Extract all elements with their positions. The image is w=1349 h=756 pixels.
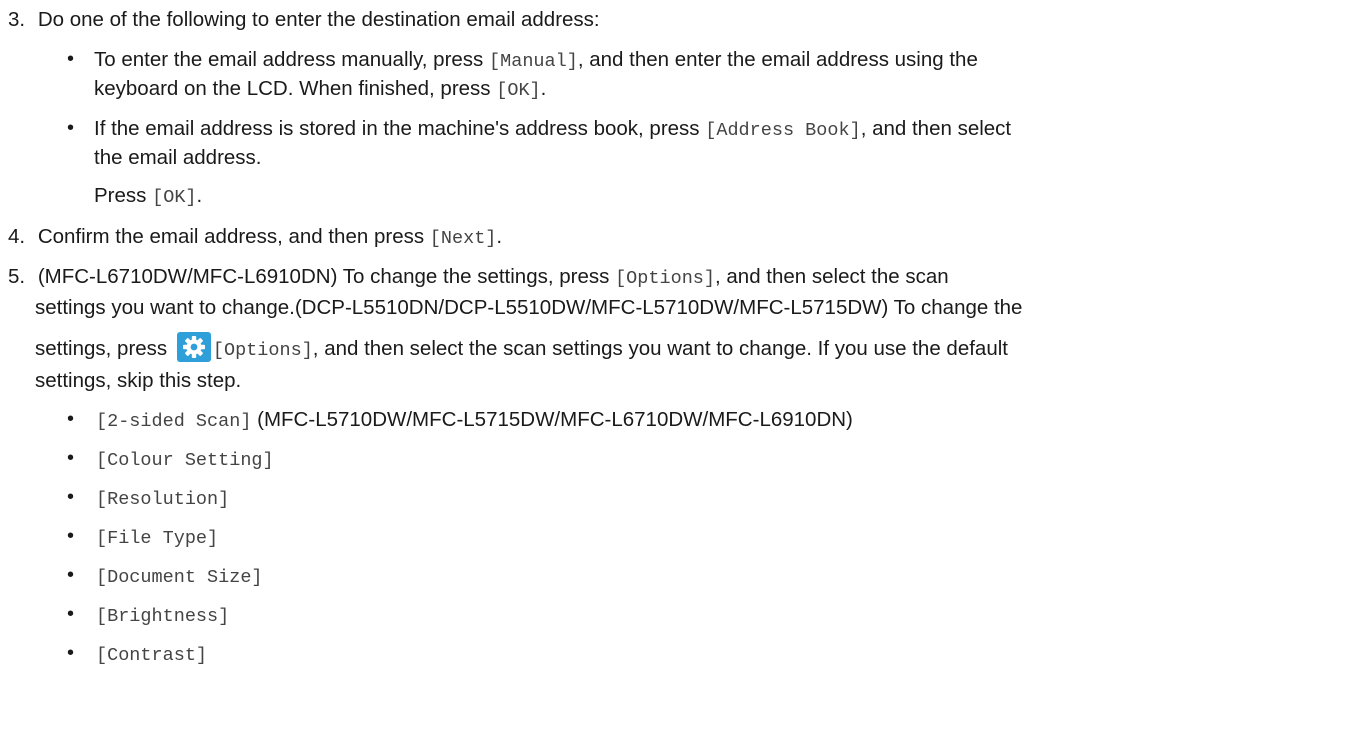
step-text: Do one of the following to enter the des… bbox=[37, 8, 600, 31]
option-item: [2-sided Scan] (MFC-L5710DW/MFC-L5715DW/… bbox=[96, 408, 853, 432]
option-item: [Resolution] bbox=[96, 486, 229, 510]
option-label: [Colour Setting] bbox=[96, 450, 274, 471]
step-3-press-ok: Press [OK]. bbox=[94, 184, 202, 208]
step-text: settings, skip this step. bbox=[35, 369, 242, 392]
document-page: 3. Do one of the following to enter the … bbox=[0, 0, 1349, 756]
bullet-mark: • bbox=[67, 486, 75, 508]
step-number: 4. bbox=[8, 225, 26, 248]
option-label: [File Type] bbox=[96, 528, 219, 549]
bullet-text: . bbox=[196, 184, 203, 207]
step-3-bullet-2-line-2: the email address. bbox=[94, 146, 262, 170]
step-4-line: 4. Confirm the email address, and then p… bbox=[8, 225, 502, 249]
step-5-line-3: settings, press [Options], and then sele… bbox=[35, 332, 1008, 362]
ui-label-options: [Options] bbox=[615, 268, 715, 289]
bullet-text: Press bbox=[94, 184, 153, 207]
bullet-mark: • bbox=[67, 642, 75, 664]
option-note: (MFC-L5710DW/MFC-L5715DW/MFC-L6710DW/MFC… bbox=[251, 408, 853, 431]
bullet-text: . bbox=[540, 77, 547, 100]
step-3-bullet-1-line-1: To enter the email address manually, pre… bbox=[94, 48, 978, 72]
step-5-line-1: 5. (MFC-L6710DW/MFC-L6910DN) To change t… bbox=[8, 265, 949, 289]
bullet-text: the email address. bbox=[94, 146, 262, 169]
bullet-mark: • bbox=[67, 564, 75, 586]
option-label: [Resolution] bbox=[96, 489, 230, 510]
option-item: [Document Size] bbox=[96, 564, 263, 588]
step-text: (MFC-L6710DW/MFC-L6910DN) To change the … bbox=[37, 265, 616, 288]
step-3-bullet-1-line-2: keyboard on the LCD. When finished, pres… bbox=[94, 77, 546, 101]
ui-label-options: [Options] bbox=[212, 340, 313, 361]
bullet-mark: • bbox=[67, 525, 75, 547]
bullet-text: keyboard on the LCD. When finished, pres… bbox=[94, 77, 497, 100]
option-item: [File Type] bbox=[96, 525, 218, 549]
step-text: . bbox=[496, 225, 503, 248]
bullet-mark: • bbox=[67, 603, 75, 625]
option-item: [Colour Setting] bbox=[96, 447, 274, 471]
option-label: [Contrast] bbox=[96, 645, 208, 666]
step-text: , and then select the scan bbox=[715, 265, 949, 288]
bullet-text: , and then select bbox=[860, 117, 1012, 140]
step-number: 3. bbox=[8, 8, 26, 31]
option-item: [Brightness] bbox=[96, 603, 229, 627]
ui-label-ok: [OK] bbox=[496, 80, 541, 101]
option-label: [Brightness] bbox=[96, 606, 230, 627]
bullet-mark: • bbox=[67, 408, 75, 430]
gear-icon bbox=[176, 332, 211, 362]
step-text: settings, press bbox=[35, 337, 173, 360]
step-3-intro-line: 3. Do one of the following to enter the … bbox=[8, 8, 600, 32]
bullet-mark: • bbox=[67, 48, 75, 70]
option-label: [Document Size] bbox=[96, 567, 263, 588]
ui-label-next: [Next] bbox=[429, 228, 497, 249]
step-3-bullet-2-line-1: If the email address is stored in the ma… bbox=[94, 117, 1011, 141]
step-number: 5. bbox=[8, 265, 26, 288]
step-5-line-4: settings, skip this step. bbox=[35, 369, 241, 393]
bullet-text: To enter the email address manually, pre… bbox=[94, 48, 490, 71]
step-text: Confirm the email address, and then pres… bbox=[37, 225, 430, 248]
bullet-text: If the email address is stored in the ma… bbox=[94, 117, 706, 140]
ui-label-manual: [Manual] bbox=[489, 51, 578, 72]
ui-label-address-book: [Address Book] bbox=[705, 120, 861, 141]
option-label: [2-sided Scan] bbox=[96, 411, 252, 432]
bullet-mark: • bbox=[67, 117, 75, 139]
step-5-line-2: settings you want to change.(DCP-L5510DN… bbox=[35, 296, 1022, 320]
step-text: settings you want to change.(DCP-L5510DN… bbox=[35, 296, 1023, 319]
ui-label-ok: [OK] bbox=[152, 187, 197, 208]
step-text: , and then select the scan settings you … bbox=[312, 337, 1008, 360]
option-item: [Contrast] bbox=[96, 642, 207, 666]
bullet-mark: • bbox=[67, 447, 75, 469]
bullet-text: , and then enter the email address using… bbox=[577, 48, 978, 71]
